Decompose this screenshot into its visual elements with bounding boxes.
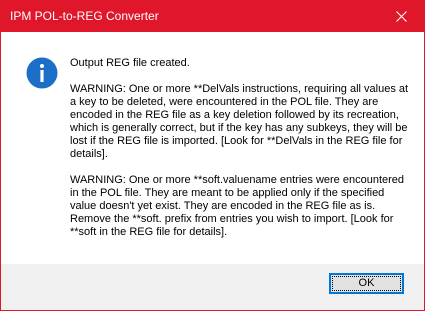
window-title: IPM POL-to-REG Converter — [10, 9, 159, 23]
dialog-content: Output REG file created. WARNING: One or… — [1, 32, 424, 264]
ok-button-label: OK — [358, 277, 375, 289]
close-icon — [396, 11, 407, 22]
message-text: Output REG file created. WARNING: One or… — [70, 57, 410, 252]
title-bar[interactable]: IPM POL-to-REG Converter — [1, 1, 424, 32]
dialog-window: IPM POL-to-REG Converter Output REG file… — [0, 0, 425, 311]
soft-warning: WARNING: One or more **soft.valuename en… — [70, 174, 405, 238]
ok-button[interactable]: OK — [329, 273, 404, 294]
status-message: Output REG file created. — [70, 57, 190, 69]
button-bar: OK — [1, 264, 424, 310]
close-button[interactable] — [379, 1, 424, 32]
info-icon — [26, 57, 58, 89]
delvals-warning: WARNING: One or more **DelVals instructi… — [70, 83, 409, 160]
